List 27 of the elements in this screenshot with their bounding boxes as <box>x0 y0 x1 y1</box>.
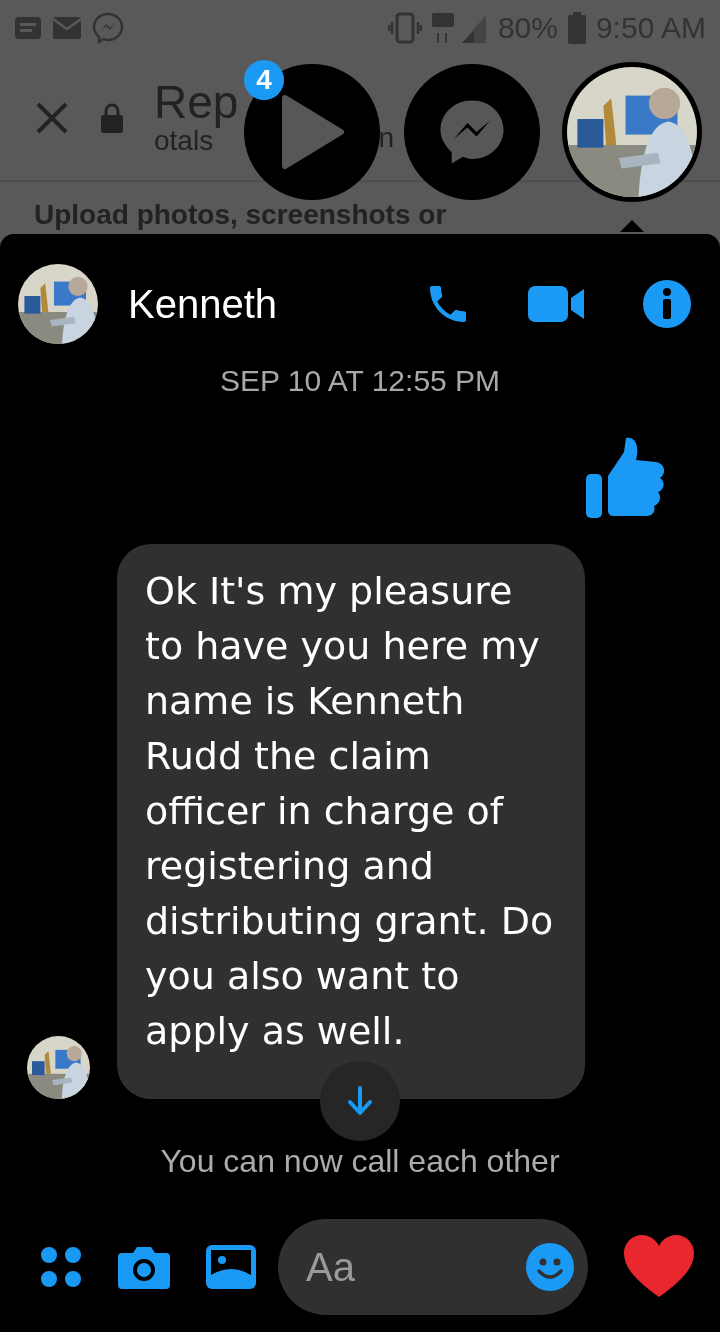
emoji-icon[interactable] <box>526 1243 574 1291</box>
battery-icon <box>567 12 586 44</box>
timestamp: SEP 10 AT 12:55 PM <box>219 364 501 398</box>
thumbs-up-icon <box>586 436 666 518</box>
info-icon[interactable] <box>642 279 692 329</box>
arrow-down-icon <box>347 1086 373 1116</box>
message-bubble: Ok It's my pleasure to have you here my name is Kenneth Rudd the claim officer in charge of registering and distributing grant. Do you also want to apply as well. <box>117 544 585 1099</box>
messenger-icon <box>92 12 124 44</box>
camera-icon[interactable] <box>118 1245 170 1289</box>
page-url: n <box>378 122 394 154</box>
notification-badge: 4 <box>244 60 284 100</box>
signal-icon <box>431 11 488 45</box>
message-input[interactable]: Aa <box>278 1219 588 1315</box>
page-heading: Upload photos, screenshots or <box>34 199 447 230</box>
page-url: otals <box>154 125 214 157</box>
notification-icon <box>14 15 42 41</box>
lock-icon <box>100 103 124 133</box>
apps-icon[interactable] <box>40 1246 82 1288</box>
contact-name: Kenneth <box>128 281 279 327</box>
call-notice: You can now call each other <box>160 1143 560 1181</box>
mail-icon <box>52 16 82 40</box>
vibrate-icon <box>387 12 422 44</box>
heart-icon[interactable] <box>624 1235 694 1299</box>
play-icon <box>279 94 345 170</box>
pointer-icon <box>620 218 644 232</box>
image-icon[interactable] <box>206 1245 256 1289</box>
video-camera-icon[interactable] <box>528 284 586 324</box>
